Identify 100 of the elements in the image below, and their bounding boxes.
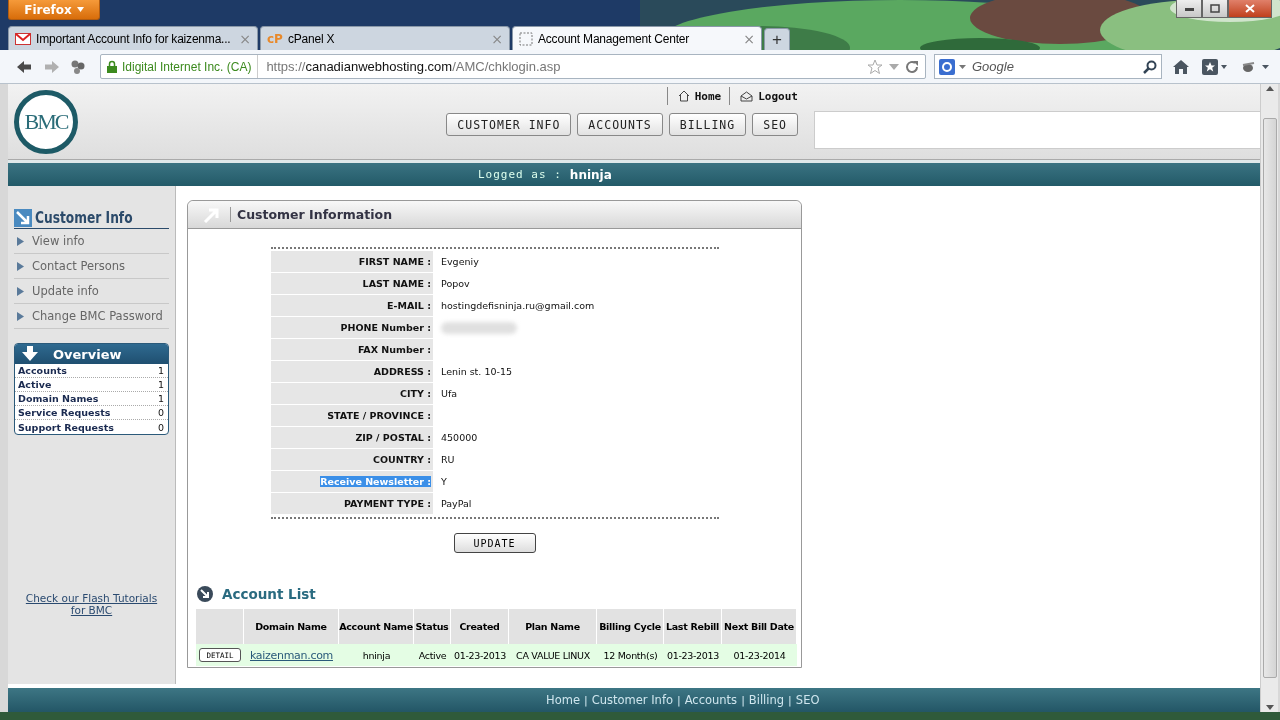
- field-label: STATE / PROVINCE :: [327, 410, 431, 421]
- field-value: hostingdefisninja.ru@gmail.com: [440, 300, 595, 311]
- field-value: PayPal: [440, 498, 472, 509]
- scrollbar-thumb[interactable]: [1262, 118, 1277, 678]
- table-cell: hninja: [339, 644, 414, 666]
- star-icon[interactable]: [867, 58, 883, 75]
- overview-count: 1: [157, 379, 164, 390]
- down-arrow-icon: [21, 346, 39, 362]
- addon-icon[interactable]: [70, 58, 86, 75]
- overview-count: 0: [157, 407, 164, 418]
- update-button[interactable]: UPDATE: [453, 533, 536, 553]
- down-arrow-icon[interactable]: [1265, 705, 1274, 710]
- search-field[interactable]: Google: [934, 54, 1162, 79]
- table-cell: 01-23-2013: [664, 644, 722, 666]
- footer-link[interactable]: Billing: [748, 693, 785, 707]
- minimize-icon: [1184, 6, 1194, 11]
- close-button[interactable]: [1228, 0, 1272, 18]
- nav-button[interactable]: BILLING: [668, 113, 747, 136]
- google-icon[interactable]: [939, 58, 955, 75]
- house-icon: [677, 90, 690, 102]
- sidebar-title: Customer Info: [35, 208, 133, 227]
- caret-icon: [959, 64, 966, 69]
- field-label: FIRST NAME :: [358, 256, 431, 267]
- field-label: PAYMENT TYPE :: [344, 498, 431, 509]
- triangle-icon: [17, 311, 24, 321]
- tutorials-link[interactable]: Check our Flash Tutorials for BMC: [22, 592, 161, 616]
- minimize-button[interactable]: [1176, 0, 1202, 18]
- envelope-icon: [15, 32, 31, 45]
- triangle-icon: [17, 286, 24, 296]
- browser-tab[interactable]: Important Account Info for kaizenma... ×: [8, 26, 258, 50]
- tab-title: cPanel X: [287, 31, 336, 46]
- search-icon[interactable]: [1143, 59, 1157, 74]
- footer-link[interactable]: Home: [546, 693, 580, 707]
- cpanel-icon: cP: [267, 31, 283, 46]
- table-header: Account Name: [339, 609, 414, 644]
- table-header: Created: [451, 609, 509, 644]
- arrow-icon: [14, 208, 32, 227]
- blank-page-icon: [519, 31, 533, 46]
- tab-title: Account Management Center: [538, 31, 691, 46]
- caret-icon: [76, 7, 84, 12]
- field-value: Popov: [440, 278, 470, 289]
- reload-icon[interactable]: [905, 59, 919, 74]
- sidebar-link[interactable]: Update info: [14, 279, 169, 304]
- field-value: RU: [440, 454, 455, 465]
- table-header: Billing Cycle: [597, 609, 664, 644]
- table-cell: CA VALUE LINUX: [509, 644, 597, 666]
- header-link[interactable]: Home: [666, 87, 722, 105]
- envelope-icon: [740, 90, 754, 102]
- up-arrow-icon[interactable]: [1265, 86, 1274, 91]
- account-list-title: Account List: [222, 586, 316, 602]
- browser-tab[interactable]: cP cPanel X ×: [260, 26, 510, 50]
- sidebar-link[interactable]: Contact Persons: [14, 254, 169, 279]
- table-cell: 01-23-2013: [451, 644, 509, 666]
- new-tab-button[interactable]: +: [764, 28, 790, 50]
- panel-title: Customer Information: [230, 207, 393, 222]
- field-label: CITY :: [400, 388, 431, 399]
- triangle-icon: [17, 261, 24, 271]
- bookmark-star-icon: [1202, 58, 1228, 75]
- address-bar[interactable]: Idigital Internet Inc. (CA) https://canadianwebhosting.com/AMC/chklogin.asp: [100, 54, 926, 79]
- link-separator: |: [676, 693, 681, 707]
- tab-title: Important Account Info for kaizenma...: [36, 31, 232, 46]
- url-text: https://canadianwebhosting.com/AMC/chklogin.asp: [265, 59, 562, 74]
- bmc-logo[interactable]: BMC: [14, 90, 78, 154]
- footer-link[interactable]: Accounts: [684, 693, 738, 707]
- field-value: Ufa: [440, 388, 458, 399]
- field-value: Y: [440, 476, 447, 487]
- overview-label: Support Requests: [18, 421, 114, 433]
- maximize-icon: [1210, 4, 1220, 13]
- field-label: PHONE Number :: [340, 322, 431, 333]
- field-label: LAST NAME :: [362, 278, 431, 289]
- overview-label: Active: [18, 379, 52, 390]
- arrow-icon: [202, 206, 222, 223]
- sidebar-link[interactable]: Change BMC Password: [14, 304, 169, 329]
- table-header: Status: [414, 609, 451, 644]
- lock-icon: [107, 60, 117, 73]
- sidebar-link[interactable]: View info: [14, 229, 169, 254]
- table-header: Domain Name: [244, 609, 339, 644]
- field-label: FAX Number :: [357, 344, 431, 355]
- table-header: [196, 609, 244, 644]
- username: hninja: [569, 167, 612, 182]
- overview-count: 0: [157, 421, 164, 433]
- footer-link[interactable]: Customer Info: [591, 693, 673, 707]
- field-label: COUNTRY :: [373, 454, 431, 465]
- logged-as-label: Logged as :: [478, 168, 562, 181]
- header-link[interactable]: Logout: [729, 87, 798, 105]
- link-separator: |: [788, 693, 792, 707]
- field-label: ZIP / POSTAL :: [355, 432, 431, 443]
- scrollbar[interactable]: [1260, 84, 1278, 712]
- house-icon: [1172, 58, 1190, 75]
- link-separator: |: [741, 693, 745, 707]
- bookmarks-button[interactable]: [1200, 56, 1230, 77]
- site-identity[interactable]: Idigital Internet Inc. (CA): [101, 55, 259, 78]
- nav-button[interactable]: ACCOUNTS: [577, 113, 663, 136]
- maximize-button[interactable]: [1202, 0, 1228, 18]
- footer-link[interactable]: SEO: [795, 693, 820, 707]
- browser-tab[interactable]: Account Management Center ×: [512, 26, 762, 50]
- nav-button[interactable]: CUSTOMER INFO: [446, 113, 572, 136]
- nav-button[interactable]: SEO: [752, 113, 798, 136]
- tab-close-button[interactable]: ×: [743, 30, 755, 47]
- overview-count: 1: [157, 393, 164, 404]
